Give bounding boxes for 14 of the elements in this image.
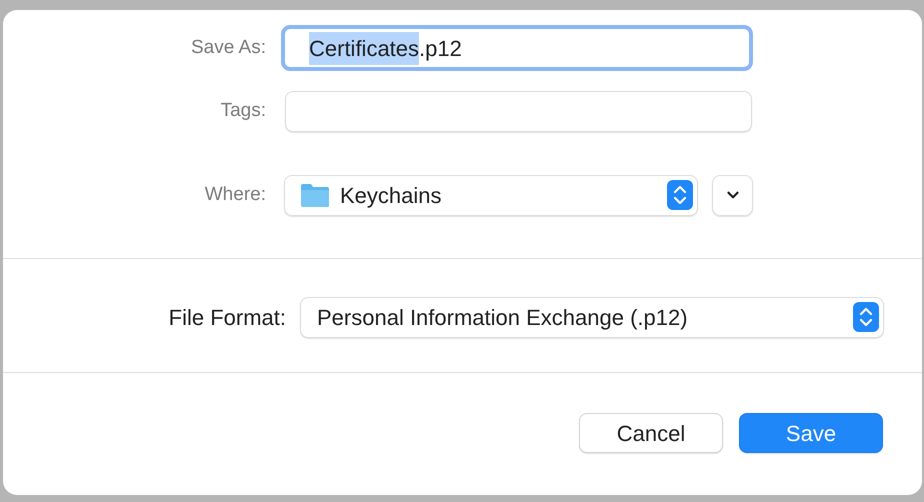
save-button[interactable]: Save [739, 413, 883, 453]
stepper-icon [667, 180, 693, 210]
where-popup[interactable]: Keychains [284, 174, 698, 216]
stepper-icon [853, 302, 879, 332]
tags-field[interactable] [285, 90, 752, 132]
save-as-field[interactable]: Certificates.p12 [281, 25, 753, 71]
field-label: Save As: [191, 36, 266, 60]
file-format-popup[interactable]: Personal Information Exchange (.p12) [300, 296, 884, 338]
field-label: File Format: [168, 304, 286, 332]
folder-icon [300, 182, 330, 208]
field-label: Tags: [220, 98, 266, 123]
field-label: Where: [204, 182, 266, 207]
expand-button[interactable] [712, 174, 753, 216]
cancel-button[interactable]: Cancel [579, 413, 723, 453]
